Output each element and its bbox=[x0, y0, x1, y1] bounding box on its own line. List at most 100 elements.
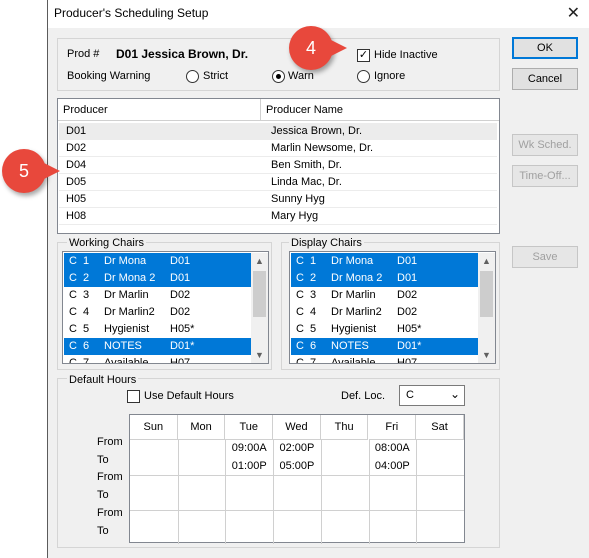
radio-ignore-label: Ignore bbox=[374, 70, 406, 82]
chair-producer: H05* bbox=[397, 323, 422, 335]
day-header-fri: Fri bbox=[368, 415, 417, 440]
list-item[interactable]: C 7 Available H07 bbox=[291, 355, 478, 363]
producer-code: D01 bbox=[66, 125, 87, 137]
hour-cell[interactable]: 08:00A bbox=[369, 440, 417, 457]
list-item[interactable]: C 4 Dr Marlin2 D02 bbox=[291, 304, 478, 321]
chair-number: 7 bbox=[83, 357, 90, 364]
chair-location: C bbox=[69, 289, 77, 301]
vertical-scrollbar[interactable]: ▲ ▼ bbox=[251, 253, 268, 363]
chair-name: Dr Marlin bbox=[331, 289, 376, 301]
wk-sched-button[interactable]: Wk Sched. bbox=[512, 134, 578, 156]
list-item[interactable]: C 2 Dr Mona 2 D01 bbox=[291, 270, 478, 287]
producer-code: D05 bbox=[66, 176, 87, 188]
chevron-up-icon[interactable]: ▲ bbox=[478, 253, 495, 270]
list-item[interactable]: C 6 NOTES D01* bbox=[291, 338, 478, 355]
dialog-window: Producer's Scheduling Setup ✕ Prod # D01… bbox=[47, 0, 589, 558]
chair-location: C bbox=[69, 357, 77, 364]
vertical-scrollbar[interactable]: ▲ ▼ bbox=[478, 253, 495, 363]
chair-producer: D01* bbox=[397, 340, 422, 352]
table-row[interactable]: D05 Linda Mac, Dr. bbox=[59, 174, 497, 191]
table-row[interactable]: D04 Ben Smith, Dr. bbox=[59, 157, 497, 174]
hide-inactive-checkbox[interactable]: ✓ bbox=[357, 49, 370, 62]
chevron-down-icon[interactable]: ▼ bbox=[478, 347, 495, 363]
use-default-hours-checkbox[interactable] bbox=[127, 390, 140, 403]
hour-cell[interactable]: 05:00P bbox=[273, 458, 321, 475]
table-row[interactable]: H05 Sunny Hyg bbox=[59, 191, 497, 208]
day-header-tue: Tue bbox=[225, 415, 274, 440]
list-item[interactable]: C 3 Dr Marlin D02 bbox=[64, 287, 251, 304]
chair-number: 1 bbox=[310, 255, 317, 267]
producer-name: Sunny Hyg bbox=[271, 193, 325, 205]
radio-warn-label: Warn bbox=[288, 70, 314, 82]
producer-code: D04 bbox=[66, 159, 87, 171]
chair-location: C bbox=[69, 306, 77, 318]
producer-name-column-header[interactable]: Producer Name bbox=[261, 99, 499, 121]
list-item[interactable]: C 5 Hygienist H05* bbox=[291, 321, 478, 338]
chair-number: 3 bbox=[310, 289, 317, 301]
chevron-up-icon[interactable]: ▲ bbox=[251, 253, 268, 270]
chair-location: C bbox=[69, 255, 77, 267]
list-item[interactable]: C 6 NOTES D01* bbox=[64, 338, 251, 355]
producer-column-header[interactable]: Producer bbox=[58, 99, 261, 121]
chevron-down-icon[interactable]: ▼ bbox=[251, 347, 268, 363]
producer-code: H08 bbox=[66, 210, 87, 222]
radio-ignore[interactable] bbox=[357, 70, 370, 83]
day-header-wed: Wed bbox=[273, 415, 321, 440]
scroll-thumb[interactable] bbox=[480, 271, 493, 317]
working-chairs-label: Working Chairs bbox=[67, 237, 146, 249]
list-item[interactable]: C 1 Dr Mona D01 bbox=[64, 253, 251, 270]
hours-grid[interactable]: Sun Mon Tue Wed Thu Fri Sat 09:00A 01:00P 02:00P 0… bbox=[129, 414, 465, 544]
hour-cell[interactable]: 09:00A bbox=[225, 440, 273, 457]
def-loc-value: C bbox=[406, 389, 414, 401]
grid-line bbox=[130, 475, 464, 476]
list-item[interactable]: C 7 Available H07 bbox=[64, 355, 251, 364]
table-row[interactable]: H08 Mary Hyg bbox=[59, 208, 497, 225]
chair-number: 5 bbox=[83, 323, 90, 335]
list-item[interactable]: C 2 Dr Mona 2 D01 bbox=[64, 270, 251, 287]
list-item[interactable]: C 4 Dr Marlin2 D02 bbox=[64, 304, 251, 321]
chair-producer: D01 bbox=[397, 255, 418, 267]
chair-name: NOTES bbox=[104, 340, 142, 352]
list-item[interactable]: C 1 Dr Mona D01 bbox=[291, 253, 478, 270]
list-item[interactable]: C 3 Dr Marlin D02 bbox=[291, 287, 478, 304]
chair-location: C bbox=[296, 323, 304, 335]
close-icon[interactable]: ✕ bbox=[567, 3, 580, 23]
table-row[interactable]: D01 Jessica Brown, Dr. bbox=[59, 123, 497, 140]
producer-name: Jessica Brown, Dr. bbox=[271, 125, 363, 137]
time-off-button[interactable]: Time-Off... bbox=[512, 165, 578, 187]
chair-number: 2 bbox=[83, 272, 90, 284]
list-item[interactable]: C 5 Hygienist H05* bbox=[64, 321, 251, 338]
display-chairs-list[interactable]: C 1 Dr Mona D01 C 2 Dr Mona 2 D01 C 3 Dr Marlin D02… bbox=[289, 251, 496, 364]
row-label-from: From bbox=[97, 436, 123, 448]
row-label-to: To bbox=[97, 525, 109, 537]
callout-5-pointer bbox=[40, 161, 60, 181]
ok-button[interactable]: OK bbox=[512, 37, 578, 59]
chevron-down-icon: ⌄ bbox=[449, 387, 460, 401]
day-header-sat: Sat bbox=[416, 415, 464, 440]
hour-cell[interactable]: 04:00P bbox=[369, 458, 417, 475]
working-chairs-list[interactable]: C 1 Dr Mona D01 C 2 Dr Mona 2 D01 C 3 Dr Marlin D02… bbox=[62, 251, 269, 364]
chair-name: Hygienist bbox=[331, 323, 377, 335]
display-chairs-label: Display Chairs bbox=[289, 237, 364, 249]
scroll-thumb[interactable] bbox=[253, 271, 266, 317]
chair-producer: H07 bbox=[170, 357, 191, 364]
prod-label: Prod # bbox=[67, 48, 100, 60]
radio-warn[interactable] bbox=[272, 70, 285, 83]
chair-producer: D01 bbox=[397, 272, 418, 284]
cancel-button[interactable]: Cancel bbox=[512, 68, 578, 90]
table-row[interactable]: D02 Marlin Newsome, Dr. bbox=[59, 140, 497, 157]
chair-name: Dr Mona 2 bbox=[104, 272, 156, 284]
def-loc-select[interactable]: C ⌄ bbox=[399, 385, 465, 406]
radio-strict[interactable] bbox=[186, 70, 199, 83]
chair-name: Hygienist bbox=[104, 323, 150, 335]
day-header-thu: Thu bbox=[320, 415, 369, 440]
working-chairs-panel: Working Chairs C 1 Dr Mona D01 C 2 Dr Mona 2 D0… bbox=[57, 237, 272, 370]
hour-cell[interactable]: 02:00P bbox=[273, 440, 321, 457]
day-header-mon: Mon bbox=[177, 415, 226, 440]
callout-4-pointer bbox=[327, 38, 347, 58]
grid-line bbox=[177, 440, 179, 544]
chair-producer: D01 bbox=[170, 272, 191, 284]
save-button[interactable]: Save bbox=[512, 246, 578, 268]
chair-location: C bbox=[296, 255, 304, 267]
hour-cell[interactable]: 01:00P bbox=[225, 458, 273, 475]
